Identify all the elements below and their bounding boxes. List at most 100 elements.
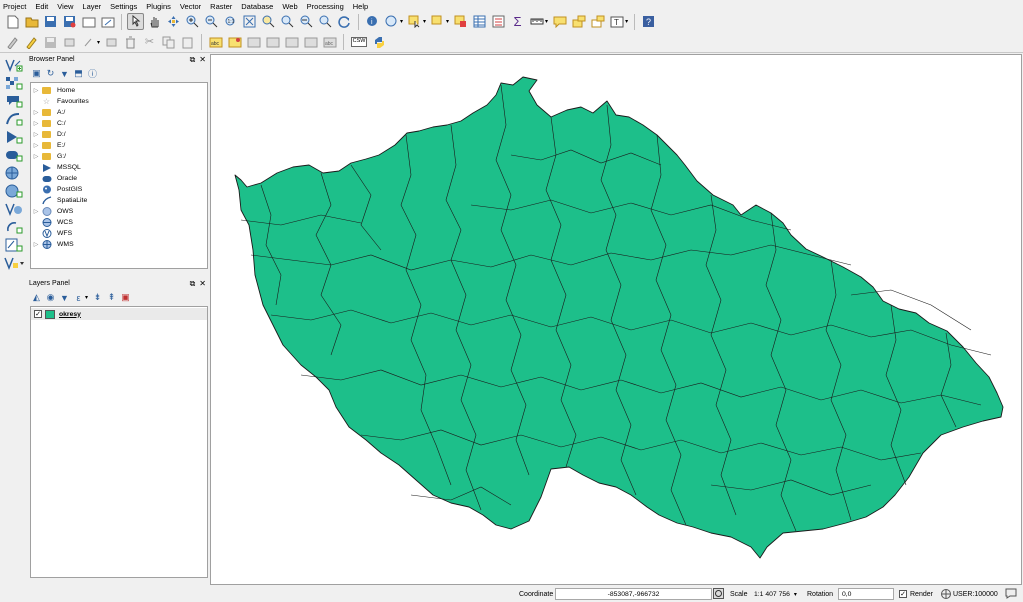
new-layer-dropdown-icon[interactable] <box>3 255 24 271</box>
layer-item-okresy[interactable]: ✓ okresy <box>31 308 207 320</box>
save-project-icon[interactable] <box>42 13 59 30</box>
browser-item-favourites[interactable]: ☆ Favourites <box>31 96 207 107</box>
python-console-icon[interactable] <box>371 34 388 51</box>
add-oracle-layer-icon[interactable] <box>4 147 24 163</box>
refresh-icon[interactable]: ↻ <box>45 68 56 79</box>
deselect-icon[interactable] <box>452 13 469 30</box>
browser-item-ows[interactable]: ▷ OWS <box>31 206 207 217</box>
layer-visibility-checkbox[interactable]: ✓ <box>34 310 42 318</box>
menu-raster[interactable]: Raster <box>210 2 232 11</box>
menu-settings[interactable]: Settings <box>110 2 137 11</box>
expand-arrow-icon[interactable]: ▷ <box>31 153 41 160</box>
menu-web[interactable]: Web <box>282 2 297 11</box>
expand-arrow-icon[interactable]: ▷ <box>31 241 41 248</box>
attribute-table-icon[interactable] <box>471 13 488 30</box>
chevron-down-icon[interactable]: ▾ <box>85 294 88 301</box>
delete-selected-icon[interactable] <box>122 34 139 51</box>
csw-icon[interactable]: CSW <box>349 34 369 51</box>
close-panel-icon[interactable]: ✕ <box>199 55 206 65</box>
browser-item-wfs[interactable]: WFS <box>31 228 207 239</box>
expand-arrow-icon[interactable]: ▷ <box>31 109 41 116</box>
save-edits-icon[interactable] <box>42 34 59 51</box>
toggle-extents-icon[interactable] <box>713 588 724 601</box>
menu-layer[interactable]: Layer <box>82 2 101 11</box>
browser-item-spatialite[interactable]: SpatiaLite <box>31 195 207 206</box>
expand-all-icon[interactable]: ⇟ <box>92 292 103 303</box>
cut-features-icon[interactable]: ✂ <box>141 34 158 51</box>
toggle-editing-icon[interactable] <box>23 34 40 51</box>
layer-styling-icon[interactable]: ◭ <box>31 292 42 303</box>
messages-icon[interactable] <box>1005 588 1017 601</box>
html-annotation-icon[interactable] <box>589 13 606 30</box>
paste-features-icon[interactable] <box>179 34 196 51</box>
browser-item-oracle[interactable]: Oracle <box>31 173 207 184</box>
layer-labeling-icon[interactable]: abc <box>207 34 224 51</box>
zoom-last-icon[interactable] <box>298 13 315 30</box>
collapse-all-icon[interactable]: ⇞ <box>106 292 117 303</box>
help-icon[interactable]: ? <box>640 13 657 30</box>
expand-arrow-icon[interactable]: ▷ <box>31 131 41 138</box>
pan-to-selection-icon[interactable] <box>165 13 182 30</box>
menu-edit[interactable]: Edit <box>35 2 48 11</box>
measure-line-icon[interactable] <box>528 13 545 30</box>
add-virtual-layer-icon[interactable] <box>4 201 24 217</box>
add-mssql-layer-icon[interactable] <box>4 129 24 145</box>
zoom-native-icon[interactable]: 1:1 <box>222 13 239 30</box>
field-calculator-icon[interactable] <box>490 13 507 30</box>
copy-features-icon[interactable] <box>160 34 177 51</box>
expand-arrow-icon[interactable]: ▷ <box>31 142 41 149</box>
expand-arrow-icon[interactable]: ▷ <box>31 87 41 94</box>
pan-map-icon[interactable] <box>146 13 163 30</box>
browser-item-postgis[interactable]: PostGIS <box>31 184 207 195</box>
menu-project[interactable]: Project <box>3 2 26 11</box>
zoom-full-icon[interactable] <box>241 13 258 30</box>
zoom-out-icon[interactable] <box>203 13 220 30</box>
add-raster-layer-icon[interactable] <box>4 75 24 91</box>
chevron-down-icon[interactable]: ▾ <box>400 18 403 25</box>
crs-label[interactable]: USER:100000 <box>953 591 998 598</box>
move-label-icon[interactable] <box>264 34 281 51</box>
add-delimited-text-icon[interactable] <box>4 111 24 127</box>
close-panel-icon[interactable]: ✕ <box>199 279 206 289</box>
add-vector-layer-icon[interactable] <box>4 57 24 73</box>
browser-item-mssql[interactable]: MSSQL <box>31 162 207 173</box>
zoom-in-icon[interactable] <box>184 13 201 30</box>
new-project-icon[interactable] <box>4 13 21 30</box>
browser-item-g-drive[interactable]: ▷ G:/ <box>31 151 207 162</box>
filter-icon[interactable]: ▼ <box>59 68 70 79</box>
form-annotation-icon[interactable] <box>570 13 587 30</box>
rotate-label-icon[interactable] <box>283 34 300 51</box>
new-print-composer-icon[interactable] <box>80 13 97 30</box>
touch-zoom-icon[interactable] <box>127 13 144 30</box>
add-spatialite-layer-icon[interactable] <box>4 219 24 235</box>
map-canvas[interactable] <box>210 54 1022 585</box>
menu-help[interactable]: Help <box>353 2 368 11</box>
select-by-value-icon[interactable] <box>429 13 446 30</box>
scale-combobox[interactable]: 1:1 407 756 ▾ <box>752 588 802 600</box>
menu-processing[interactable]: Processing <box>307 2 344 11</box>
add-wms-layer-icon[interactable] <box>4 165 24 181</box>
chevron-down-icon[interactable]: ▾ <box>97 39 100 46</box>
add-selected-layer-icon[interactable]: ▣ <box>31 68 42 79</box>
chevron-down-icon[interactable]: ▾ <box>545 18 548 25</box>
select-features-icon[interactable] <box>406 13 423 30</box>
render-checkbox[interactable]: ✓ <box>899 590 907 598</box>
add-wfs-layer-icon[interactable] <box>4 93 24 109</box>
browser-item-e-drive[interactable]: ▷ E:/ <box>31 140 207 151</box>
expand-arrow-icon[interactable]: ▷ <box>31 120 41 127</box>
crs-globe-icon[interactable] <box>941 589 951 601</box>
statistics-icon[interactable]: Σ <box>509 13 526 30</box>
add-wcs-layer-icon[interactable] <box>4 183 24 199</box>
menu-database[interactable]: Database <box>241 2 273 11</box>
menu-vector[interactable]: Vector <box>180 2 201 11</box>
browser-item-wms[interactable]: ▷ WMS <box>31 239 207 250</box>
collapse-all-icon[interactable]: ⬒ <box>73 68 84 79</box>
float-panel-icon[interactable]: ⧉ <box>190 55 196 65</box>
add-feature-icon[interactable] <box>61 34 78 51</box>
browser-item-wcs[interactable]: WCS <box>31 217 207 228</box>
rotation-spinbox[interactable]: 0,0 <box>838 588 894 600</box>
float-panel-icon[interactable]: ⧉ <box>190 279 196 289</box>
chevron-down-icon[interactable]: ▾ <box>423 18 426 25</box>
current-edits-icon[interactable] <box>4 34 21 51</box>
filter-expression-icon[interactable]: ε <box>73 292 84 303</box>
